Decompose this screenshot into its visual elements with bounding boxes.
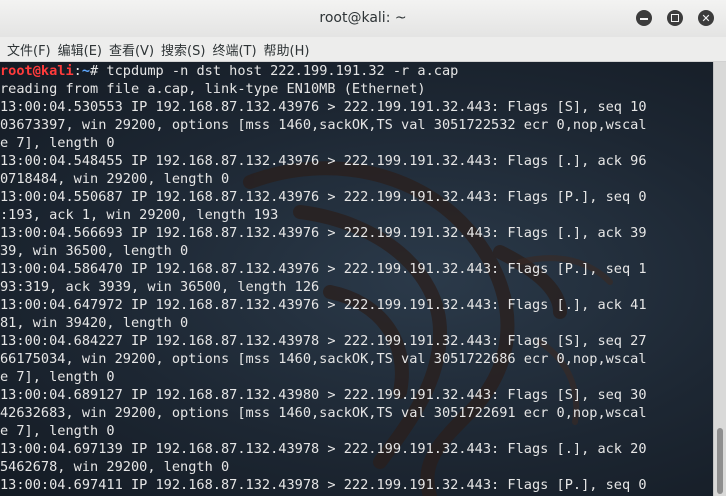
menu-edit[interactable]: 编辑(E)	[51, 40, 102, 59]
command-line: root@kali:~# tcpdump -n dst host 222.199…	[0, 62, 647, 80]
output-lines: reading from file a.cap, link-type EN10M…	[0, 80, 647, 494]
output-line: 13:00:04.647972 IP 192.168.87.132.43976 …	[0, 297, 647, 313]
output-line: 03673397, win 29200, options [mss 1460,s…	[0, 117, 647, 133]
output-line: 5462678, win 29200, length 0	[0, 459, 230, 475]
output-line: 13:00:04.697139 IP 192.168.87.132.43978 …	[0, 441, 647, 457]
menu-view[interactable]: 查看(V)	[102, 40, 154, 59]
maximize-icon	[671, 14, 679, 22]
prompt-user: root@kali	[0, 63, 74, 79]
output-line: e 7], length 0	[0, 369, 115, 385]
menu-bar: 文件(F) 编辑(E) 查看(V) 搜索(S) 终端(T) 帮助(H)	[0, 37, 726, 62]
menu-search[interactable]: 搜索(S)	[154, 40, 205, 59]
output-line: reading from file a.cap, link-type EN10M…	[0, 81, 426, 97]
minimize-icon	[640, 17, 648, 20]
output-line: e 7], length 0	[0, 135, 115, 151]
output-line: 66175034, win 29200, options [mss 1460,s…	[0, 351, 647, 367]
output-line: e 7], length 0	[0, 423, 115, 439]
menu-help[interactable]: 帮助(H)	[257, 40, 310, 59]
output-line: 13:00:04.550687 IP 192.168.87.132.43976 …	[0, 189, 647, 205]
output-line: 13:00:04.530553 IP 192.168.87.132.43976 …	[0, 99, 647, 115]
menu-terminal[interactable]: 终端(T)	[205, 40, 256, 59]
output-line: 13:00:04.566693 IP 192.168.87.132.43976 …	[0, 225, 647, 241]
output-line: 13:00:04.548455 IP 192.168.87.132.43976 …	[0, 153, 647, 169]
terminal-text: root@kali:~# tcpdump -n dst host 222.199…	[0, 62, 647, 494]
output-line: 42632683, win 29200, options [mss 1460,s…	[0, 405, 647, 421]
close-button[interactable]: ✕	[698, 10, 714, 26]
terminal-window: root@kali: ~ ✕ 文件(F) 编辑(E) 查看(V) 搜索(S) 终…	[0, 0, 726, 496]
prompt-path: ~	[81, 63, 91, 79]
prompt-separator: :	[73, 63, 82, 79]
output-line: 39, win 36500, length 0	[0, 243, 189, 259]
output-line: 81, win 39420, length 0	[0, 315, 189, 331]
output-line: 0718484, win 29200, length 0	[0, 171, 230, 187]
maximize-button[interactable]	[667, 10, 683, 26]
menu-file[interactable]: 文件(F)	[0, 40, 51, 59]
output-line: 13:00:04.697411 IP 192.168.87.132.43978 …	[0, 477, 647, 493]
scrollbar-thumb[interactable]	[717, 428, 723, 494]
vertical-scrollbar[interactable]	[713, 62, 726, 496]
close-icon: ✕	[701, 11, 711, 25]
output-line: 13:00:04.684227 IP 192.168.87.132.43978 …	[0, 333, 647, 349]
command-text: tcpdump -n dst host 222.199.191.32 -r a.…	[106, 63, 459, 79]
output-line: :193, ack 1, win 29200, length 193	[0, 207, 279, 223]
output-line: 13:00:04.689127 IP 192.168.87.132.43980 …	[0, 387, 647, 403]
terminal-output[interactable]: root@kali:~# tcpdump -n dst host 222.199…	[0, 62, 713, 496]
output-line: 13:00:04.586470 IP 192.168.87.132.43976 …	[0, 261, 647, 277]
prompt-symbol: #	[90, 63, 107, 79]
title-bar[interactable]: root@kali: ~ ✕	[0, 0, 726, 38]
output-line: 93:319, ack 3939, win 36500, length 126	[0, 279, 320, 295]
minimize-button[interactable]	[636, 10, 652, 26]
window-title: root@kali: ~	[319, 10, 407, 26]
